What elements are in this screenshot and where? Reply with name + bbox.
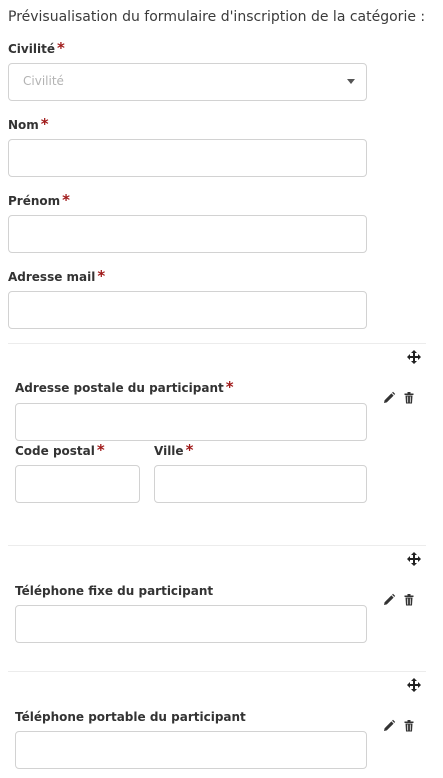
code-postal-input[interactable]: [15, 465, 140, 503]
ville-input[interactable]: [154, 465, 367, 503]
prenom-label: Prénom *: [8, 191, 71, 212]
section-divider: [8, 343, 426, 344]
pencil-icon[interactable]: [382, 593, 396, 607]
required-marker: *: [225, 378, 234, 396]
email-label: Adresse mail *: [8, 267, 106, 288]
pencil-icon[interactable]: [382, 391, 396, 405]
required-marker: *: [56, 39, 65, 57]
required-marker: *: [97, 267, 106, 285]
trash-icon[interactable]: [402, 391, 416, 405]
nom-label-text: Nom: [8, 118, 39, 132]
civilite-placeholder: Civilité: [23, 74, 64, 88]
civilite-select[interactable]: Civilité: [8, 63, 367, 101]
page-title: Prévisualisation du formulaire d'inscrip…: [8, 9, 426, 25]
email-input[interactable]: [8, 291, 367, 329]
trash-icon[interactable]: [402, 719, 416, 733]
tel-portable-label: Téléphone portable du participant: [15, 710, 246, 724]
required-marker: *: [185, 441, 194, 459]
tel-fixe-input[interactable]: [15, 605, 367, 643]
civilite-label-text: Civilité: [8, 42, 55, 56]
ville-label-text: Ville: [154, 444, 184, 458]
prenom-input[interactable]: [8, 215, 367, 253]
chevron-down-icon: [347, 79, 355, 84]
tel-portable-input[interactable]: [15, 731, 367, 769]
email-label-text: Adresse mail: [8, 270, 96, 284]
required-marker: *: [62, 191, 71, 209]
code-postal-label: Code postal *: [15, 441, 105, 462]
ville-label: Ville *: [154, 441, 194, 462]
nom-label: Nom *: [8, 115, 49, 136]
nom-input[interactable]: [8, 139, 367, 177]
civilite-label: Civilité *: [8, 39, 65, 60]
section-divider: [8, 671, 426, 672]
tel-fixe-label: Téléphone fixe du participant: [15, 584, 214, 598]
adresse-label: Adresse postale du participant *: [15, 378, 234, 399]
pencil-icon[interactable]: [382, 719, 396, 733]
required-marker: *: [96, 441, 105, 459]
adresse-label-text: Adresse postale du participant: [15, 381, 224, 395]
adresse-input[interactable]: [15, 403, 367, 441]
move-icon[interactable]: [407, 678, 421, 692]
move-icon[interactable]: [407, 552, 421, 566]
code-postal-label-text: Code postal: [15, 444, 95, 458]
section-divider: [8, 545, 426, 546]
required-marker: *: [40, 115, 49, 133]
prenom-label-text: Prénom: [8, 194, 61, 208]
move-icon[interactable]: [407, 350, 421, 364]
trash-icon[interactable]: [402, 593, 416, 607]
